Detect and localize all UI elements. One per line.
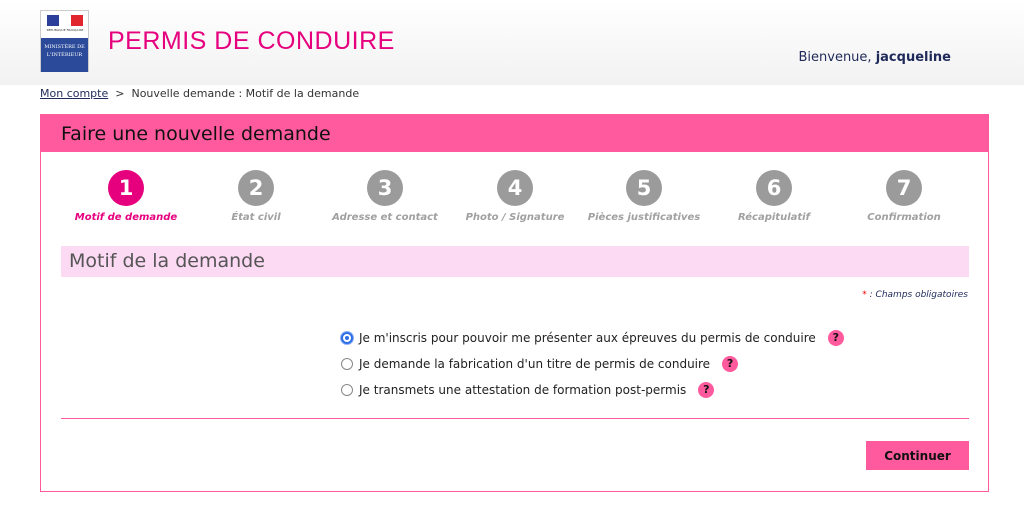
- reason-option[interactable]: Je m'inscris pour pouvoir me présenter a…: [341, 330, 844, 346]
- step-label: Récapitulatif: [738, 212, 810, 223]
- ministry-logo: RÉPUBLIQUE FRANÇAISE MINISTÈRE DE L'INTÉ…: [40, 10, 89, 72]
- logo-text: MINISTÈRE DE L'INTÉRIEUR: [41, 38, 88, 72]
- step-1: 1 Motif de demande: [56, 170, 196, 223]
- step-label: État civil: [231, 212, 281, 223]
- step-2: 2 État civil: [186, 170, 326, 223]
- step-label: Pièces justificatives: [587, 212, 701, 223]
- step-7: 7 Confirmation: [834, 170, 974, 223]
- help-icon[interactable]: ?: [698, 382, 715, 398]
- welcome-label: Bienvenue,: [798, 50, 872, 65]
- logo-subtext: RÉPUBLIQUE FRANÇAISE: [46, 28, 84, 32]
- divider: [61, 418, 969, 419]
- request-panel: Faire une nouvelle demande 1 Motif de dem…: [40, 114, 989, 492]
- user-name[interactable]: jacqueline: [876, 50, 951, 65]
- step-label: Adresse et contact: [332, 212, 438, 223]
- radio-button[interactable]: [341, 332, 353, 344]
- step-4: 4 Photo / Signature: [445, 170, 585, 223]
- help-icon[interactable]: ?: [722, 356, 739, 372]
- step-number: 7: [886, 170, 922, 206]
- radio-button[interactable]: [341, 358, 353, 370]
- option-label[interactable]: Je transmets une attestation de formatio…: [359, 383, 686, 397]
- step-number: 2: [238, 170, 274, 206]
- step-3: 3 Adresse et contact: [315, 170, 455, 223]
- step-6: 6 Récapitulatif: [704, 170, 844, 223]
- option-label[interactable]: Je demande la fabrication d'un titre de …: [359, 357, 710, 371]
- reason-option[interactable]: Je transmets une attestation de formatio…: [341, 382, 715, 398]
- step-number: 1: [108, 170, 144, 206]
- panel-title: Faire une nouvelle demande: [41, 115, 988, 152]
- step-number: 6: [756, 170, 792, 206]
- step-number: 5: [626, 170, 662, 206]
- flag-icon: [47, 15, 83, 26]
- radio-button[interactable]: [341, 384, 353, 396]
- step-5: 5 Pièces justificatives: [574, 170, 714, 223]
- help-icon[interactable]: ?: [827, 330, 844, 346]
- step-label: Photo / Signature: [465, 212, 565, 223]
- step-number: 3: [367, 170, 403, 206]
- required-text: : Champs obligatoires: [866, 290, 968, 300]
- breadcrumb-separator: >: [115, 87, 125, 100]
- breadcrumb-link-account[interactable]: Mon compte: [40, 87, 108, 100]
- required-note: * : Champs obligatoires: [862, 290, 968, 300]
- section-title: Motif de la demande: [61, 246, 969, 277]
- option-label[interactable]: Je m'inscris pour pouvoir me présenter a…: [359, 331, 816, 345]
- breadcrumb-current: Nouvelle demande : Motif de la demande: [131, 87, 360, 100]
- step-label: Motif de demande: [74, 212, 178, 223]
- step-label: Confirmation: [867, 212, 941, 223]
- step-number: 4: [497, 170, 533, 206]
- continue-button[interactable]: Continuer: [866, 441, 969, 470]
- reason-option[interactable]: Je demande la fabrication d'un titre de …: [341, 356, 739, 372]
- site-title: PERMIS DE CONDUIRE: [108, 27, 395, 55]
- welcome-text: Bienvenue, jacqueline: [798, 50, 951, 65]
- breadcrumb: Mon compte > Nouvelle demande : Motif de…: [40, 87, 359, 100]
